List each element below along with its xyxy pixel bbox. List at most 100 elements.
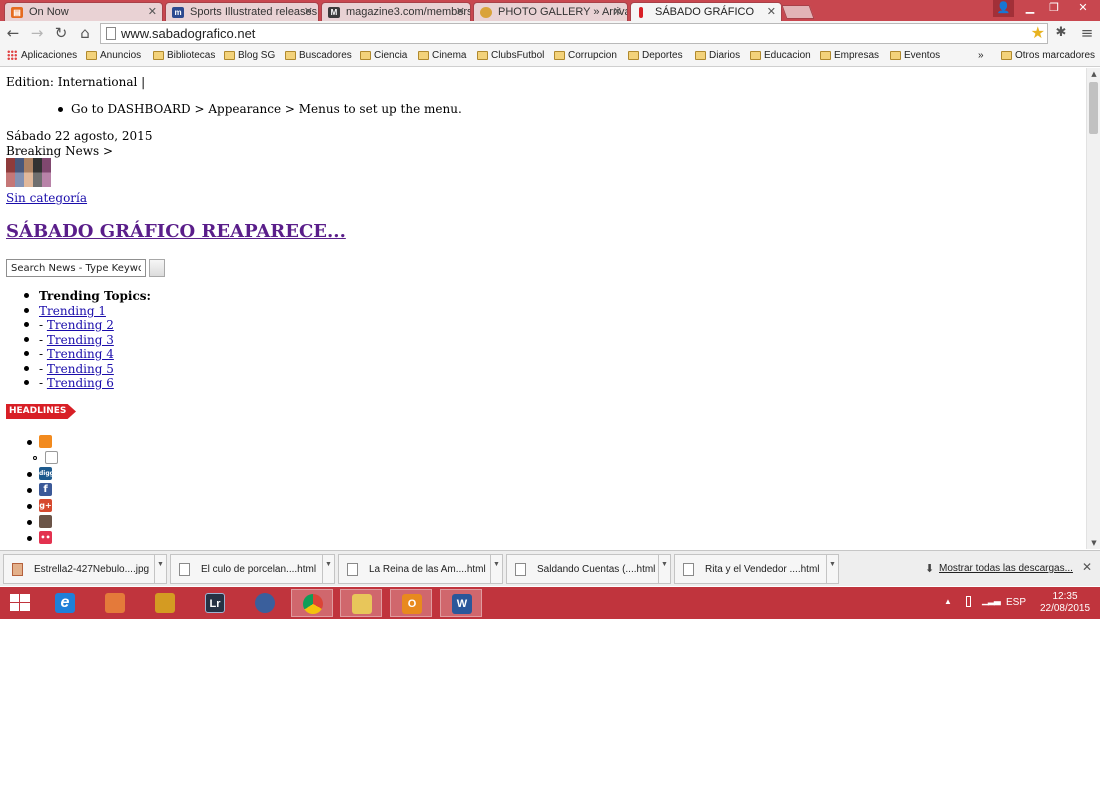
taskbar-app-active[interactable]: W [440, 589, 482, 617]
taskbar-app[interactable]: e [44, 589, 86, 617]
close-icon[interactable]: ✕ [613, 5, 622, 18]
scroll-up-arrow-icon[interactable]: ▲ [1087, 68, 1100, 80]
trending-link[interactable]: Trending 4 [47, 347, 114, 361]
tab-sabado-grafico[interactable]: SÁBADO GRÁFICO ✕ [630, 2, 782, 22]
show-all-downloads-link[interactable]: Mostrar todas las descargas... [939, 563, 1073, 574]
bookmark-folder[interactable]: ClubsFutbol [477, 50, 544, 61]
search-input[interactable] [6, 259, 146, 277]
article-title-link[interactable]: SÁBADO GRÁFICO REAPARECE... [6, 221, 346, 242]
folder-icon [477, 51, 488, 60]
new-tab-button[interactable] [781, 5, 815, 19]
trending-link[interactable]: Trending 3 [47, 333, 114, 347]
html-file-icon [347, 563, 358, 576]
close-icon[interactable]: ✕ [767, 5, 776, 18]
folder-icon [153, 51, 164, 60]
bookmark-folder[interactable]: Empresas [820, 50, 879, 61]
user-profile-icon[interactable]: 👤 [993, 0, 1014, 17]
bookmark-folder[interactable]: Blog SG [224, 50, 275, 61]
reload-icon[interactable]: ↻ [52, 24, 70, 42]
facebook-icon[interactable]: f [39, 483, 52, 496]
bookmark-folder[interactable]: Cinema [418, 50, 466, 61]
home-icon[interactable]: ⌂ [76, 24, 94, 42]
download-filename: Rita y el Vendedor ....html [705, 564, 820, 575]
taskbar-app[interactable]: Lr [194, 589, 236, 617]
bullet [24, 366, 29, 371]
flickr-icon[interactable]: •• [39, 531, 52, 544]
google-plus-icon[interactable]: g+ [39, 499, 52, 512]
trending-link[interactable]: Trending 5 [47, 362, 114, 376]
scroll-thumb[interactable] [1089, 82, 1098, 134]
chevron-down-icon[interactable]: ▼ [322, 555, 334, 583]
bookmarks-overflow-button[interactable]: » [978, 50, 984, 61]
language-indicator[interactable]: ESP [1006, 597, 1026, 608]
bookmark-apps[interactable]: Aplicaciones [7, 50, 77, 61]
bookmark-folder[interactable]: Diarios [695, 50, 740, 61]
chevron-down-icon[interactable]: ▼ [154, 555, 166, 583]
taskbar-app[interactable] [244, 589, 286, 617]
close-icon[interactable]: ✕ [148, 5, 157, 18]
internet-explorer-icon: e [55, 593, 75, 613]
email-icon[interactable] [45, 451, 58, 464]
download-item[interactable]: La Reina de las Am....html ▼ [338, 554, 503, 584]
other-bookmarks-folder[interactable]: Otros marcadores [1001, 50, 1095, 61]
system-clock[interactable]: 12:35 22/08/2015 [1035, 591, 1095, 615]
chevron-down-icon[interactable]: ▼ [826, 555, 838, 583]
page-date: Sábado 22 agosto, 2015 [6, 129, 153, 143]
tab-photo-gallery[interactable]: PHOTO GALLERY » Arrival ✕ [473, 2, 628, 21]
trending-link[interactable]: Trending 1 [39, 304, 106, 318]
trending-link[interactable]: Trending 6 [47, 376, 114, 390]
taskbar-app-active[interactable] [340, 589, 382, 617]
tray-overflow-icon[interactable]: ▲ [944, 597, 952, 606]
back-arrow-icon[interactable]: ← [4, 24, 22, 42]
bookmark-folder[interactable]: Bibliotecas [153, 50, 215, 61]
address-bar[interactable]: www.sabadografico.net ★ [100, 23, 1048, 44]
bookmark-folder[interactable]: Anuncios [86, 50, 141, 61]
search-button[interactable] [149, 259, 165, 277]
windows-start-icon[interactable] [10, 594, 30, 612]
download-item[interactable]: Rita y el Vendedor ....html ▼ [674, 554, 839, 584]
tab-magazine3[interactable]: M magazine3.com/members ✕ [321, 2, 471, 21]
window-close-icon[interactable]: ✕ [1066, 0, 1100, 17]
restore-icon[interactable]: ❐ [1042, 0, 1066, 17]
signal-icon[interactable]: ▁▂▃ [982, 595, 1001, 606]
bookmark-folder[interactable]: Educacion [750, 50, 811, 61]
rss-icon[interactable] [39, 435, 52, 448]
breaking-news-thumbnail[interactable] [6, 158, 51, 187]
close-shelf-icon[interactable]: ✕ [1082, 560, 1092, 574]
battery-icon[interactable] [966, 596, 971, 607]
bookmark-folder[interactable]: Eventos [890, 50, 940, 61]
minimize-icon[interactable]: ▁ [1018, 0, 1042, 17]
bookmark-folder[interactable]: Buscadores [285, 50, 352, 61]
download-item[interactable]: Saldando Cuentas (....html ▼ [506, 554, 671, 584]
show-all-downloads[interactable]: ⬇ Mostrar todas las descargas... [925, 563, 1073, 575]
digg-icon[interactable]: digg [39, 467, 54, 480]
category-link[interactable]: Sin categoría [6, 191, 87, 205]
trending-link[interactable]: Trending 2 [47, 318, 114, 332]
download-item[interactable]: Estrella2-427Nebulo....jpg ▼ [3, 554, 167, 584]
taskbar-app[interactable] [144, 589, 186, 617]
bookmark-star-icon[interactable]: ★ [1031, 23, 1045, 43]
close-icon[interactable]: ✕ [304, 5, 313, 18]
tab-sports-illustrated[interactable]: m Sports Illustrated releases ✕ [165, 2, 319, 21]
download-item[interactable]: El culo de porcelan....html ▼ [170, 554, 335, 584]
bookmark-folder[interactable]: Ciencia [360, 50, 407, 61]
tab-on-now[interactable]: ▤ On Now ✕ [4, 2, 163, 21]
folder-icon [750, 51, 761, 60]
taskbar-app-active[interactable] [291, 589, 333, 617]
folder-icon [628, 51, 639, 60]
file-explorer-icon [352, 594, 372, 614]
scroll-down-arrow-icon[interactable]: ▼ [1087, 537, 1100, 549]
chevron-down-icon[interactable]: ▼ [490, 555, 502, 583]
chevron-down-icon[interactable]: ▼ [658, 555, 670, 583]
bullet [24, 351, 29, 356]
page-scrollbar[interactable]: ▲ ▼ [1086, 68, 1100, 549]
forward-arrow-icon[interactable]: → [28, 24, 46, 42]
extension-icon[interactable]: ✱ [1052, 24, 1070, 42]
instagram-icon[interactable] [39, 515, 52, 528]
taskbar-app-active[interactable]: O [390, 589, 432, 617]
close-icon[interactable]: ✕ [456, 5, 465, 18]
bookmark-folder[interactable]: Corrupcion [554, 50, 617, 61]
bookmark-folder[interactable]: Deportes [628, 50, 683, 61]
menu-icon[interactable]: ≡ [1078, 24, 1096, 42]
taskbar-app[interactable] [94, 589, 136, 617]
